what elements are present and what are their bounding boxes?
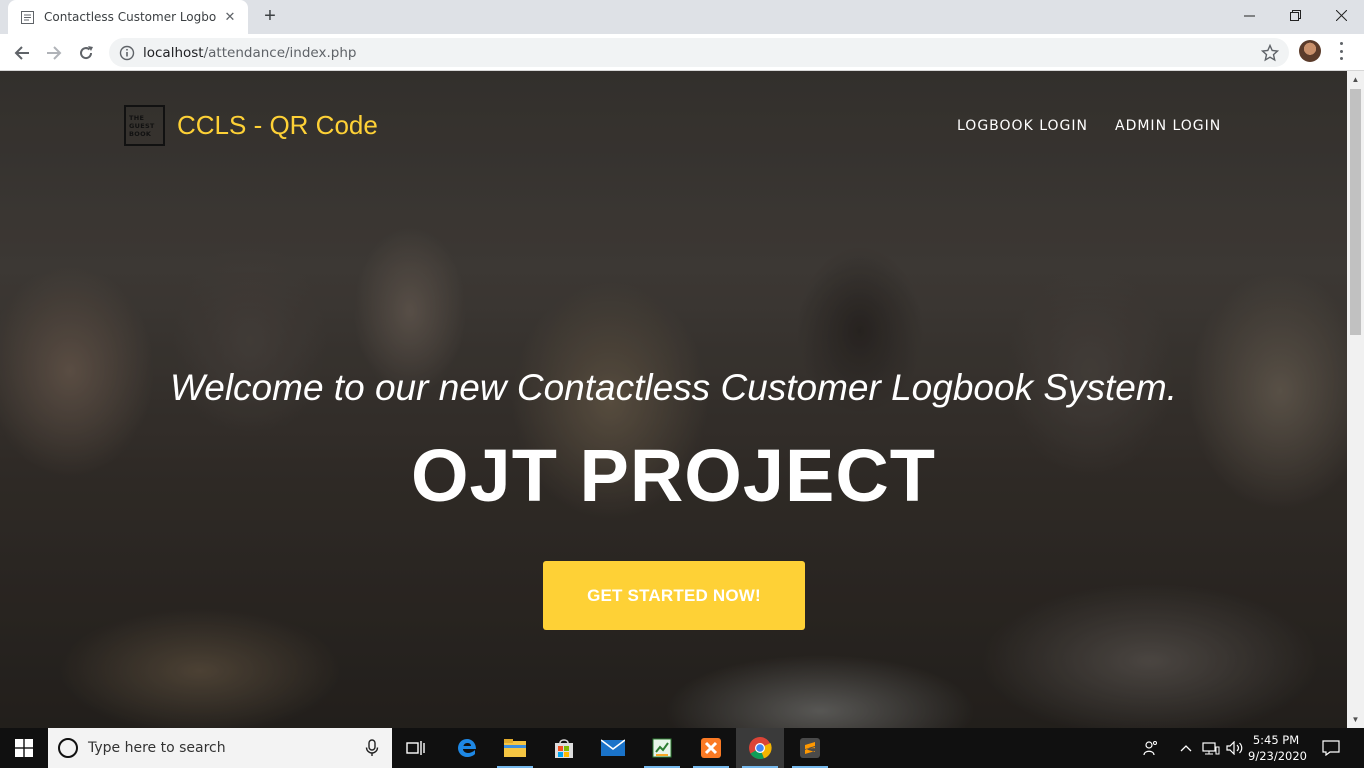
edge-icon[interactable] [443, 728, 491, 768]
page-viewport: THE GUEST BOOK CCLS - QR Code LOGBOOK LO… [0, 71, 1347, 728]
url-path: /attendance/index.php [203, 44, 357, 61]
file-explorer-icon[interactable] [491, 728, 539, 768]
mail-icon[interactable] [589, 728, 637, 768]
browser-toolbar: localhost/attendance/index.php [0, 34, 1364, 71]
logo-line: BOOK [129, 129, 152, 138]
browser-menu-icon[interactable] [1336, 42, 1346, 60]
bookmark-star-icon[interactable] [1261, 44, 1279, 62]
minimize-button[interactable] [1226, 0, 1272, 30]
tab-strip: Contactless Customer Logbook S ✕ + [0, 0, 1364, 34]
profile-avatar[interactable] [1299, 40, 1321, 62]
scrollbar-thumb[interactable] [1350, 89, 1361, 335]
restore-icon [1289, 9, 1301, 21]
site-info-icon[interactable] [119, 45, 135, 61]
url-host: localhost [143, 44, 204, 61]
brand-name: CCLS - QR Code [177, 110, 378, 140]
nav-admin-login[interactable]: ADMIN LOGIN [1115, 118, 1221, 134]
clock-date: 9/23/2020 [1248, 749, 1307, 763]
tab-title: Contactless Customer Logbook S [44, 10, 216, 24]
url-text: localhost/attendance/index.php [143, 45, 356, 61]
browser-tab[interactable]: Contactless Customer Logbook S ✕ [8, 0, 248, 34]
windows-logo-icon [15, 739, 33, 757]
address-bar[interactable]: localhost/attendance/index.php [109, 38, 1289, 67]
page-scrollbar[interactable]: ▲ ▼ [1347, 71, 1364, 728]
action-center-icon[interactable] [1318, 728, 1344, 768]
hero-subheading: Welcome to our new Contactless Customer … [170, 367, 1177, 408]
close-tab-icon[interactable]: ✕ [222, 9, 238, 25]
sublime-text-icon[interactable] [786, 728, 834, 768]
microphone-icon[interactable] [364, 739, 380, 757]
new-tab-button[interactable]: + [258, 6, 282, 28]
forward-button[interactable] [41, 40, 67, 66]
scroll-down-icon[interactable]: ▼ [1347, 711, 1364, 728]
hero-heading: OJT PROJECT [411, 434, 936, 517]
page-icon [20, 10, 34, 24]
network-icon[interactable] [1200, 728, 1222, 768]
back-arrow-icon [14, 46, 29, 60]
logo-line: THE [129, 113, 145, 122]
guest-book-logo: THE GUEST BOOK [124, 105, 165, 146]
reload-icon [80, 46, 93, 60]
forward-arrow-icon [47, 46, 62, 60]
close-window-button[interactable] [1318, 0, 1364, 30]
back-button[interactable] [9, 40, 35, 66]
xampp-icon[interactable] [687, 728, 735, 768]
task-view-icon[interactable] [392, 728, 440, 768]
scroll-up-icon[interactable]: ▲ [1347, 71, 1364, 88]
people-icon[interactable] [1140, 728, 1162, 768]
close-icon [1335, 9, 1347, 21]
system-clock[interactable]: 5:45 PM 9/23/2020 [1248, 732, 1307, 764]
tray-expand-icon[interactable] [1177, 728, 1195, 768]
taskbar: Type here to search 5:45 PM 9/23/2020 [0, 728, 1364, 768]
brand-link[interactable]: THE GUEST BOOK CCLS - QR Code [124, 105, 378, 146]
get-started-button[interactable]: GET STARTED NOW! [543, 561, 805, 630]
maximize-button[interactable] [1272, 0, 1318, 30]
chrome-icon[interactable] [736, 728, 784, 768]
reload-button[interactable] [73, 40, 99, 66]
search-placeholder: Type here to search [88, 740, 226, 756]
nav-logbook-login[interactable]: LOGBOOK LOGIN [957, 118, 1088, 134]
start-button[interactable] [0, 728, 48, 768]
logo-line: GUEST [129, 121, 155, 130]
clock-time: 5:45 PM [1252, 733, 1300, 747]
store-icon[interactable] [540, 728, 588, 768]
minimize-icon [1243, 15, 1255, 16]
excel-app-icon[interactable] [638, 728, 686, 768]
cortana-icon [58, 738, 78, 758]
volume-icon[interactable] [1224, 728, 1246, 768]
taskbar-search-box[interactable]: Type here to search [48, 728, 392, 768]
